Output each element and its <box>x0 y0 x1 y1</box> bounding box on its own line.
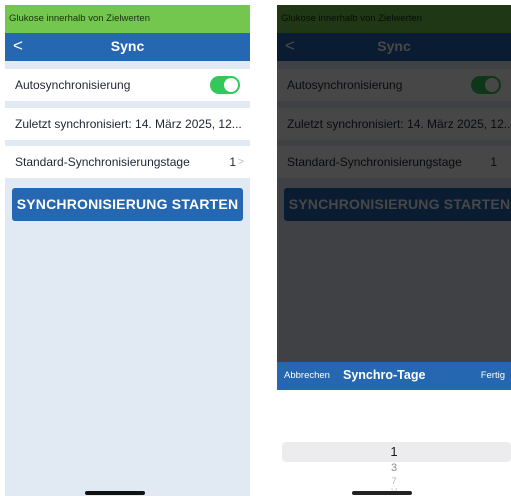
default-sync-days-row[interactable]: Standard-Synchronisierungstage 1 > <box>5 146 250 178</box>
glucose-status-banner: Glukose innerhalb von Zielwerten <box>5 5 250 33</box>
picker-title: Synchro-Tage <box>343 368 426 382</box>
status-text: Glukose innerhalb von Zielwerten <box>9 13 150 24</box>
chevron-right-icon: > <box>237 156 244 168</box>
default-sync-days-value: 1 <box>229 155 236 169</box>
last-synced-row: Zuletzt synchronisiert: 14. März 2025, 1… <box>5 108 250 140</box>
sync-days-picker[interactable]: 1 3 7 14 <box>277 390 511 496</box>
page-title: Sync <box>110 38 145 54</box>
home-indicator[interactable] <box>85 491 145 495</box>
picker-option[interactable]: 7 <box>277 476 511 487</box>
picker-option-selected[interactable]: 1 <box>277 442 511 462</box>
auto-sync-row: Autosynchronisierung <box>5 69 250 101</box>
nav-bar: < Sync <box>5 33 250 61</box>
default-sync-days-label: Standard-Synchronisierungstage <box>15 155 190 169</box>
start-sync-button[interactable]: SYNCHRONISIERUNG STARTEN <box>12 188 243 221</box>
last-synced-text: Zuletzt synchronisiert: 14. März 2025, 1… <box>15 117 242 131</box>
sync-screen-picker: Glukose innerhalb von Zielwerten < Sync … <box>277 5 511 496</box>
sync-screen: Glukose innerhalb von Zielwerten < Sync … <box>5 5 250 496</box>
picker-cancel-button[interactable]: Abbrechen <box>284 370 330 381</box>
modal-dim-overlay[interactable] <box>277 5 511 362</box>
home-indicator[interactable] <box>352 491 412 495</box>
picker-done-button[interactable]: Fertig <box>481 370 505 381</box>
picker-toolbar: Abbrechen Synchro-Tage Fertig <box>277 362 511 390</box>
picker-option[interactable]: 3 <box>277 462 511 474</box>
auto-sync-label: Autosynchronisierung <box>15 78 131 92</box>
auto-sync-toggle[interactable] <box>210 76 240 94</box>
